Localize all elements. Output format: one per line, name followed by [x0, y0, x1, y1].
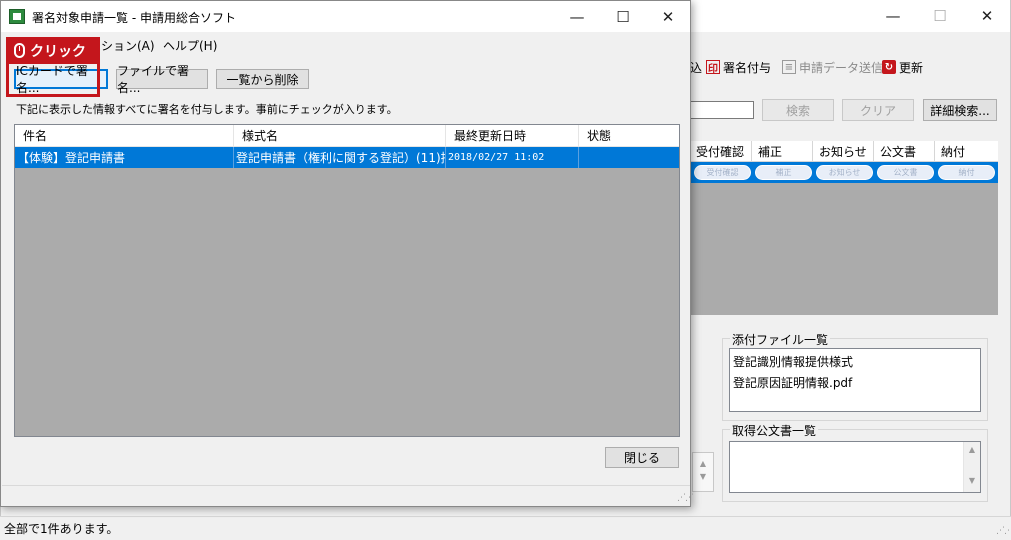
file-sign-button[interactable]: ファイルで署名... — [116, 64, 208, 95]
toolbar-refresh-button[interactable]: ↻ 更新 — [882, 58, 923, 76]
column-last-updated[interactable]: 最終更新日時 — [446, 125, 579, 146]
sign-target-grid-header: 件名 様式名 最終更新日時 状態 — [15, 125, 679, 147]
attachments-title: 添付ファイル一覧 — [730, 331, 831, 348]
column-form-name[interactable]: 様式名 — [234, 125, 446, 146]
official-doc-button[interactable]: 公文書 — [877, 165, 934, 180]
toolbar-send-label: 申請データ送信 — [799, 60, 884, 75]
scroll-down-icon[interactable]: ▼ — [693, 472, 713, 481]
toolbar-sign-button[interactable]: 印 署名付与 — [706, 58, 771, 76]
callout-text: クリック — [30, 43, 86, 60]
attachment-item[interactable]: 登記原因証明情報.pdf — [733, 374, 852, 391]
main-maximize-button[interactable]: ☐ — [917, 0, 963, 32]
table-row[interactable]: 【体験】登記申請書 登記申請書（権利に関する登記）(11)抵... 2018/0… — [15, 147, 679, 168]
clear-button[interactable]: クリア — [842, 99, 914, 121]
status-text: 全部で1件あります。 — [4, 522, 119, 536]
close-button[interactable]: 閉じる — [605, 447, 679, 468]
refresh-icon: ↻ — [882, 60, 896, 74]
menu-option[interactable]: ション(A) — [101, 37, 155, 54]
click-callout-label: クリック — [6, 37, 100, 64]
column-receipt-check[interactable]: 受付確認 — [690, 141, 752, 161]
instruction-text: 下記に表示した情報すべてに署名を付与します。事前にチェックが入ります。 — [16, 103, 398, 116]
main-resize-grip-icon[interactable]: ⋰⋰ — [996, 526, 1011, 536]
column-payment[interactable]: 納付 — [935, 141, 998, 161]
dialog-minimize-button[interactable]: — — [554, 1, 600, 33]
status-bar: 全部で1件あります。 — [0, 516, 1011, 540]
cell-status — [579, 147, 679, 168]
main-minimize-button[interactable]: — — [870, 0, 916, 32]
official-docs-title: 取得公文書一覧 — [730, 422, 819, 439]
attachments-list[interactable]: 登記識別情報提供様式 登記原因証明情報.pdf — [729, 348, 981, 412]
toolbar-send-button[interactable]: ≡ 申請データ送信 — [782, 58, 883, 76]
dialog-maximize-button[interactable]: ☐ — [600, 1, 646, 33]
receipt-check-button[interactable]: 受付確認 — [694, 165, 751, 180]
column-correction[interactable]: 補正 — [752, 141, 813, 161]
menu-help[interactable]: ヘルプ(H) — [163, 37, 217, 54]
official-docs-scrollbar[interactable]: ▲ ▼ — [963, 442, 980, 492]
search-button[interactable]: 検索 — [762, 99, 834, 121]
cell-subject: 【体験】登記申請書 — [15, 147, 234, 168]
send-data-icon: ≡ — [782, 60, 796, 74]
main-close-button[interactable]: ✕ — [964, 0, 1010, 32]
attachment-item[interactable]: 登記識別情報提供様式 — [733, 353, 853, 370]
column-subject[interactable]: 件名 — [15, 125, 234, 146]
dialog-resize-grip-icon[interactable]: ⋰⋰ — [677, 493, 694, 503]
detail-search-button[interactable]: 詳細検索... — [923, 99, 997, 121]
maximize-icon: ☐ — [616, 8, 630, 26]
payment-button[interactable]: 納付 — [938, 165, 995, 180]
sign-target-grid[interactable] — [14, 124, 680, 437]
notice-button[interactable]: お知らせ — [816, 165, 873, 180]
application-list-header: 受付確認 補正 お知らせ 公文書 納付 — [690, 141, 998, 162]
dialog-close-button[interactable]: ✕ — [645, 1, 691, 33]
left-scrollbar-fragment[interactable]: ▲ ▼ — [692, 452, 714, 492]
column-status[interactable]: 状態 — [579, 125, 679, 146]
toolbar-refresh-label: 更新 — [899, 60, 924, 75]
column-official-doc[interactable]: 公文書 — [874, 141, 935, 161]
toolbar-partial-label: 込 — [690, 60, 703, 75]
dialog-title: 署名対象申請一覧 - 申請用総合ソフト — [32, 11, 236, 25]
toolbar-partial-item[interactable]: 込 — [690, 58, 702, 76]
scroll-down-icon[interactable]: ▼ — [964, 476, 980, 485]
correction-button[interactable]: 補正 — [755, 165, 812, 180]
official-docs-list[interactable]: ▲ ▼ — [729, 441, 981, 493]
scroll-up-icon[interactable]: ▲ — [693, 459, 713, 468]
sign-target-dialog: 署名対象申請一覧 - 申請用総合ソフト — ☐ ✕ ション(A) ヘルプ(H) … — [0, 0, 694, 507]
column-notice[interactable]: お知らせ — [813, 141, 874, 161]
mouse-icon — [14, 43, 25, 58]
sign-icon: 印 — [706, 60, 720, 75]
dialog-separator — [2, 485, 690, 486]
remove-from-list-button[interactable]: 一覧から削除 — [216, 69, 309, 89]
cell-last-updated: 2018/02/27 11:02 — [446, 147, 579, 168]
application-list-row[interactable]: 受付確認 補正 お知らせ 公文書 納付 — [690, 162, 998, 183]
toolbar-sign-label: 署名付与 — [723, 60, 772, 75]
search-input[interactable] — [690, 101, 754, 119]
cell-form-name: 登記申請書（権利に関する登記）(11)抵... — [234, 147, 446, 168]
app-icon — [9, 9, 25, 24]
maximize-icon: ☐ — [933, 7, 947, 25]
scroll-up-icon[interactable]: ▲ — [964, 445, 980, 454]
